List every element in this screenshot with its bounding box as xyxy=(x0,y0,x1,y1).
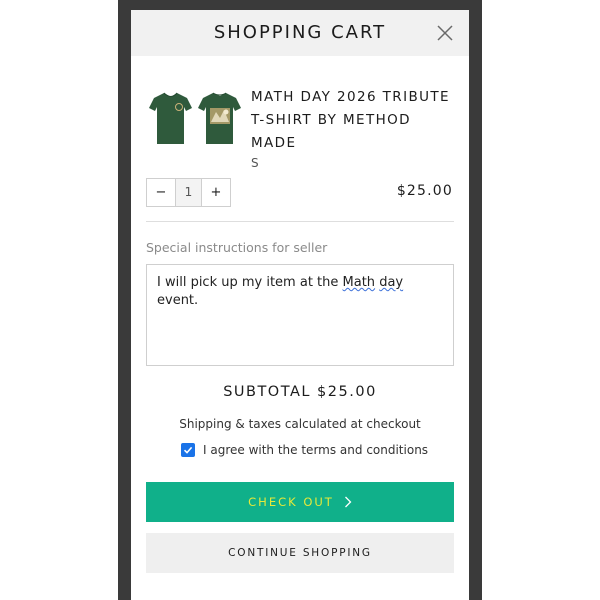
spellcheck-word: day xyxy=(379,275,404,290)
divider xyxy=(146,221,454,222)
instructions-textarea[interactable]: I will pick up my item at the Math day e… xyxy=(146,264,454,366)
terms-label[interactable]: I agree with the terms and conditions xyxy=(203,443,428,457)
instructions-text-start: I will pick up my item at the xyxy=(157,275,343,290)
checkmark-icon xyxy=(183,446,193,454)
shipping-note: Shipping & taxes calculated at checkout xyxy=(179,417,421,431)
chevron-right-icon xyxy=(344,496,352,508)
instructions-text-end: event. xyxy=(157,293,199,308)
item-price: $25.00 xyxy=(396,183,453,199)
product-variant: S xyxy=(251,156,260,170)
checkout-button[interactable]: CHECK OUT xyxy=(146,482,454,522)
spellcheck-word: Math xyxy=(342,275,376,290)
cart-drawer: SHOPPING CART MATH DAY 2026 TRIBUTE T-SH… xyxy=(131,10,469,600)
close-icon[interactable] xyxy=(436,24,454,42)
terms-checkbox[interactable] xyxy=(181,443,195,457)
cart-header: SHOPPING CART xyxy=(131,10,469,56)
subtotal: SUBTOTAL $25.00 xyxy=(223,384,377,400)
quantity-stepper: − 1 + xyxy=(146,178,231,207)
product-title[interactable]: MATH DAY 2026 TRIBUTE T-SHIRT BY METHOD … xyxy=(251,86,461,155)
continue-shopping-label: CONTINUE SHOPPING xyxy=(228,547,372,559)
instructions-label: Special instructions for seller xyxy=(146,240,328,255)
continue-shopping-button[interactable]: CONTINUE SHOPPING xyxy=(146,533,454,573)
decrease-quantity-button[interactable]: − xyxy=(147,179,175,206)
product-image[interactable] xyxy=(146,88,244,148)
terms-row: I agree with the terms and conditions xyxy=(181,442,428,458)
quantity-input[interactable]: 1 xyxy=(175,179,202,206)
increase-quantity-button[interactable]: + xyxy=(202,179,230,206)
cart-title: SHOPPING CART xyxy=(213,22,387,43)
checkout-label: CHECK OUT xyxy=(248,495,334,509)
